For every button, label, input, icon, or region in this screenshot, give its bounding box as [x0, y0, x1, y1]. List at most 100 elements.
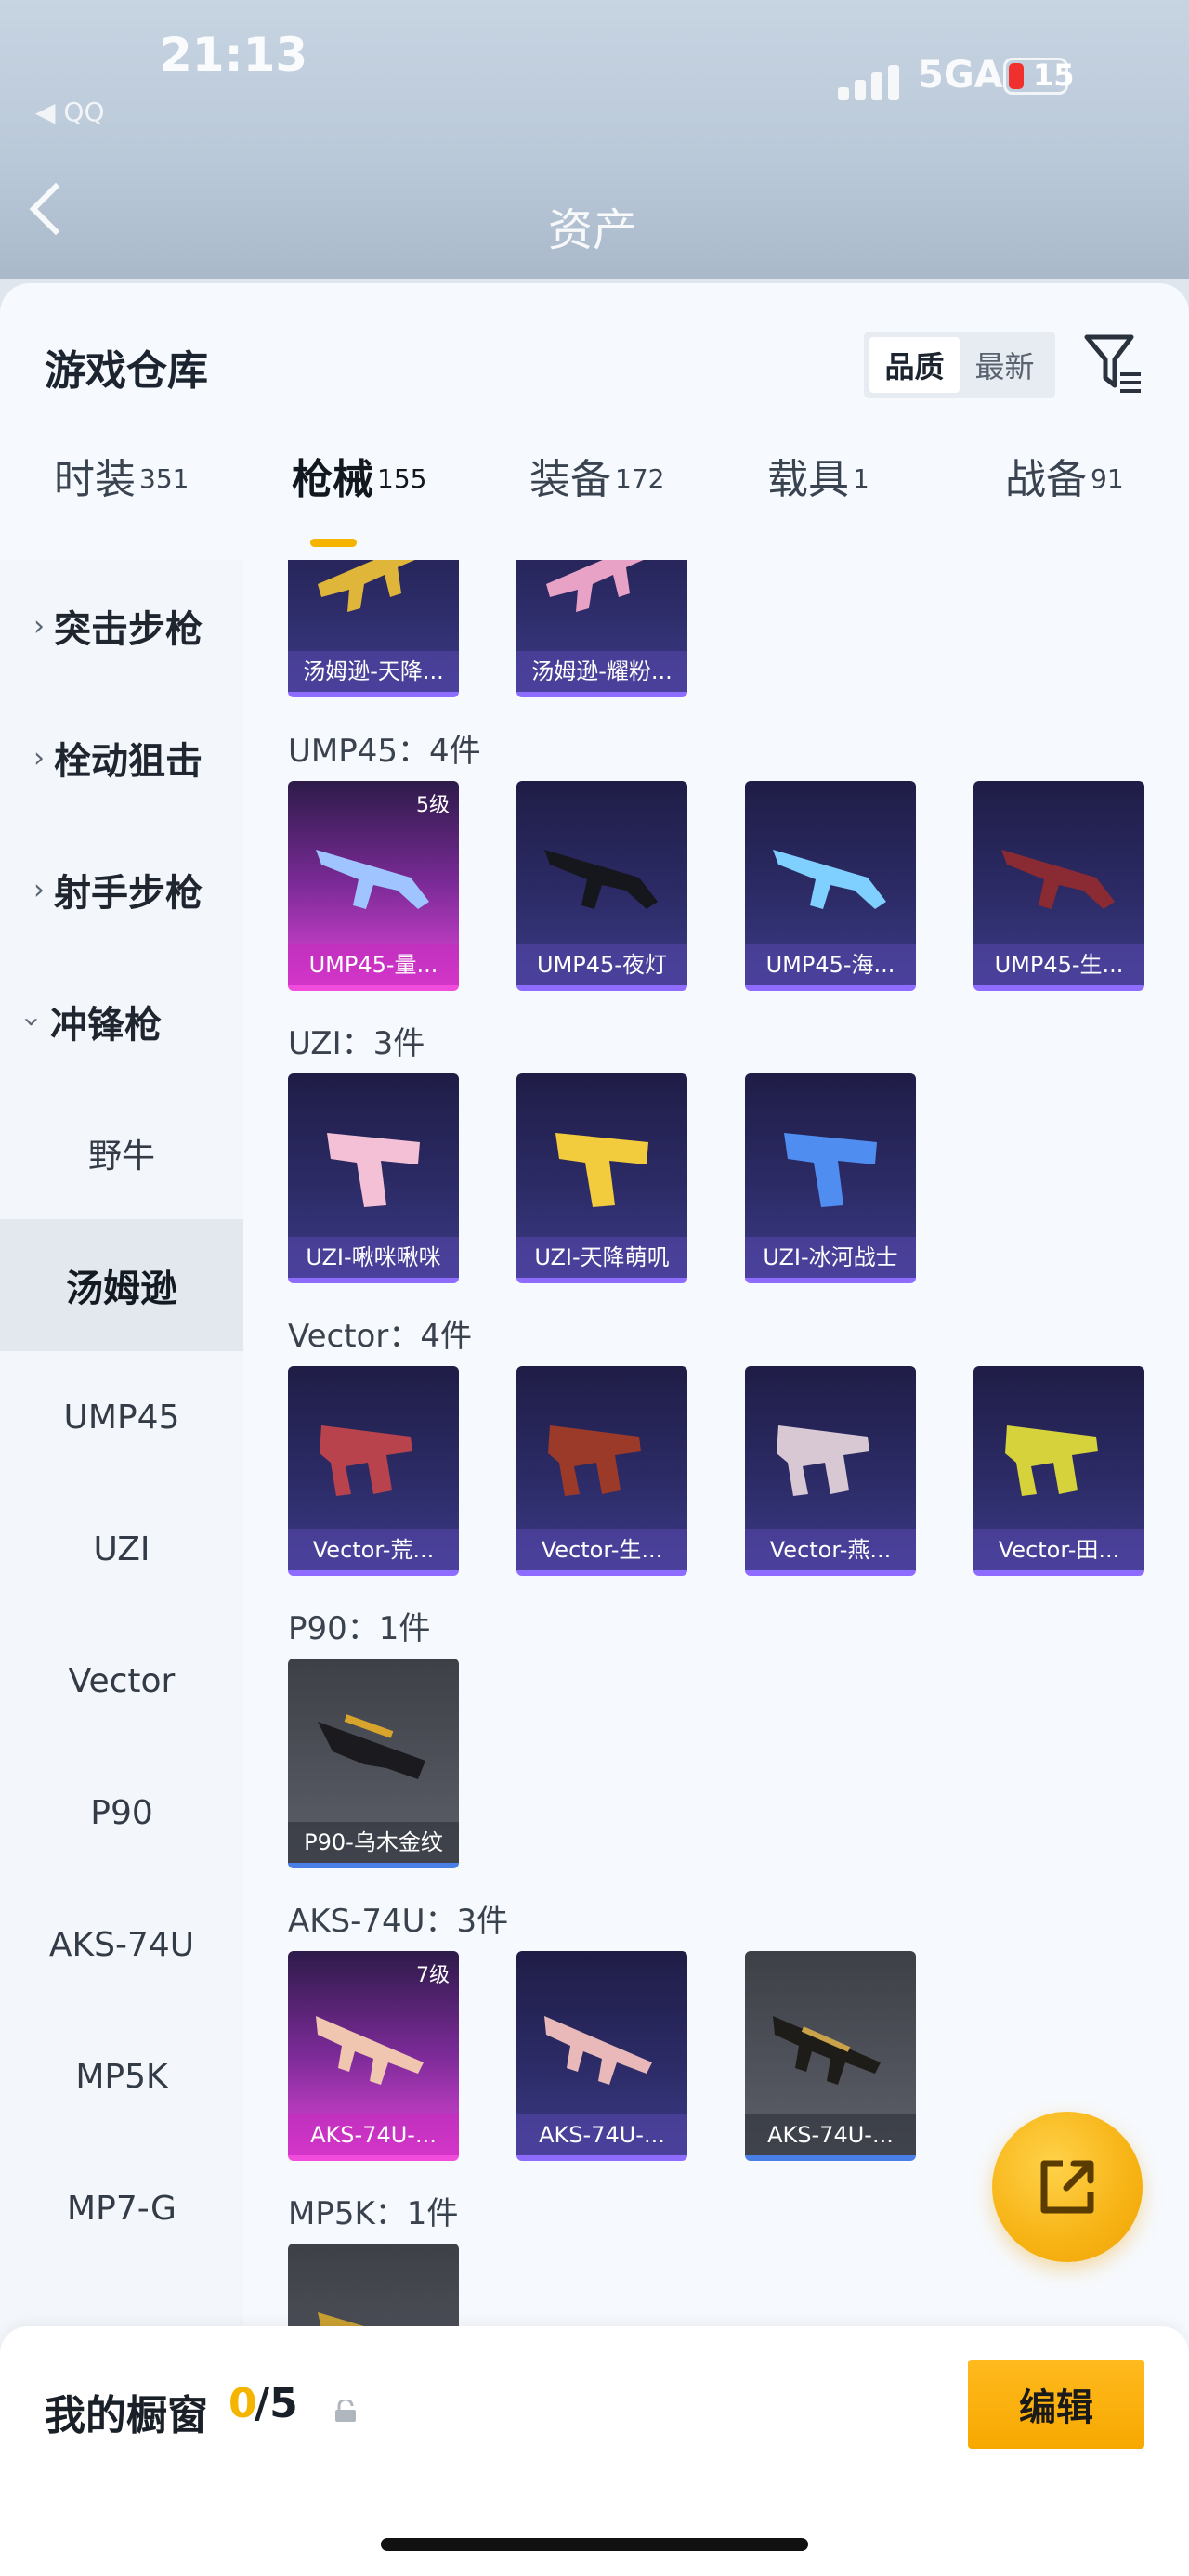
- chevron-down-icon: ›: [15, 1016, 48, 1027]
- weapon-name: UZI-天降萌叽: [516, 1237, 687, 1278]
- weapon-name: UMP45-量...: [288, 944, 459, 985]
- group-label-uzi: UZI：3件: [288, 1025, 425, 1062]
- tab-vehicles[interactable]: 载具 1: [713, 446, 951, 548]
- home-indicator[interactable]: [381, 2538, 808, 2551]
- sidebar-subitem-bizon[interactable]: 野牛: [0, 1087, 243, 1219]
- sidebar-item-marksman-rifle[interactable]: › 射手步枪: [0, 824, 243, 956]
- status-time: 21:13: [160, 28, 308, 82]
- weapon-card[interactable]: UZI-冰河战士: [745, 1073, 916, 1283]
- category-tabs: 时装 351 枪械 155 装备 172 载具 1 战备 91: [0, 446, 1189, 548]
- sidebar-subitem-vector[interactable]: Vector: [0, 1615, 243, 1747]
- weapon-card[interactable]: P90-乌木金纹: [288, 1659, 459, 1868]
- sidebar-subitem-p90[interactable]: P90: [0, 1747, 243, 1879]
- sort-newest[interactable]: 最新: [960, 337, 1050, 393]
- network-type: 5GA: [918, 54, 1003, 97]
- share-button[interactable]: [992, 2112, 1143, 2262]
- weapon-card[interactable]: Vector-燕...: [745, 1366, 916, 1576]
- weapon-card[interactable]: Vector-田...: [973, 1366, 1144, 1576]
- active-tab-indicator: [310, 539, 357, 547]
- pistol-icon: [555, 1133, 648, 1207]
- weapon-name: UMP45-夜灯: [516, 944, 687, 985]
- tab-weapons[interactable]: 枪械 155: [238, 446, 476, 548]
- sidebar-item-label: UZI: [93, 1529, 150, 1568]
- sidebar-subitem-ump45[interactable]: UMP45: [0, 1351, 243, 1483]
- smg-icon: [320, 1425, 412, 1496]
- weapon-card[interactable]: 汤姆逊-天降...: [288, 560, 459, 697]
- sidebar-item-bolt-sniper[interactable]: › 栓动狙击: [0, 692, 243, 824]
- tab-label: 装备: [529, 456, 611, 503]
- sort-toggle: 品质 最新: [864, 332, 1055, 398]
- weapon-name: AKS-74U-...: [745, 2114, 916, 2155]
- sidebar-item-smg[interactable]: › 冲锋枪: [0, 956, 243, 1087]
- weapon-card[interactable]: Vector-荒...: [288, 1366, 459, 1576]
- edit-button[interactable]: 编辑: [968, 2360, 1144, 2449]
- tab-label: 战备: [1005, 456, 1087, 503]
- weapon-grid: 汤姆逊-天降... 汤姆逊-耀粉... UMP45：4件 5级 UMP45-量.…: [243, 560, 1189, 2576]
- sidebar-item-label: 汤姆逊: [66, 1268, 177, 1310]
- sidebar-item-label: P90: [90, 1793, 153, 1832]
- battery-level: 15: [1033, 58, 1075, 93]
- weapon-name: AKS-74U-...: [516, 2114, 687, 2155]
- weapon-card[interactable]: 汤姆逊-耀粉...: [516, 560, 687, 697]
- showcase-total: /5: [255, 2380, 298, 2427]
- sidebar-item-assault-rifle[interactable]: › 突击步枪: [0, 560, 243, 692]
- weapon-name: UMP45-生...: [973, 944, 1144, 985]
- sidebar-item-label: 野牛: [87, 1138, 155, 1176]
- weapon-name: UMP45-海...: [745, 944, 916, 985]
- smg-icon: [548, 1425, 641, 1496]
- weapon-card[interactable]: UMP45-生...: [973, 781, 1144, 991]
- chevron-right-icon: ›: [33, 609, 45, 643]
- sidebar-item-label: MP5K: [75, 2057, 168, 2096]
- weapon-card[interactable]: 7级 AKS-74U-...: [288, 1951, 459, 2161]
- sort-quality[interactable]: 品质: [869, 337, 960, 393]
- sidebar-item-label: 栓动狙击: [54, 740, 203, 783]
- chevron-right-icon: ›: [33, 873, 45, 906]
- rifle-icon: [316, 2016, 424, 2085]
- tab-equipment[interactable]: 装备 172: [476, 446, 713, 548]
- tab-label: 载具: [767, 456, 849, 503]
- weapon-card[interactable]: Vector-生...: [516, 1366, 687, 1576]
- weapon-card[interactable]: 5级 UMP45-量...: [288, 781, 459, 991]
- weapon-name: 汤姆逊-耀粉...: [516, 651, 687, 692]
- chevron-right-icon: ›: [33, 741, 45, 774]
- group-label-p90: P90：1件: [288, 1610, 431, 1647]
- tab-count: 172: [615, 462, 665, 494]
- weapon-card[interactable]: UZI-啾咪啾咪: [288, 1073, 459, 1283]
- smg-icon: [544, 850, 658, 909]
- weapon-name: 汤姆逊-天降...: [288, 651, 459, 692]
- tab-fashion[interactable]: 时装 351: [0, 446, 238, 548]
- sidebar-item-label: UMP45: [63, 1398, 180, 1437]
- sidebar-subitem-mp7g[interactable]: MP7-G: [0, 2142, 243, 2274]
- signal-icon: [838, 58, 903, 100]
- weapon-category-sidebar: › 突击步枪 › 栓动狙击 › 射手步枪 › 冲锋枪 野牛 汤姆逊 UMP45 …: [0, 560, 243, 2576]
- sidebar-subitem-thompson[interactable]: 汤姆逊: [0, 1219, 243, 1351]
- weapon-card[interactable]: UMP45-夜灯: [516, 781, 687, 991]
- tab-combat-gear[interactable]: 战备 91: [951, 446, 1189, 548]
- sidebar-subitem-mp5k[interactable]: MP5K: [0, 2010, 243, 2142]
- smg-icon: [1001, 850, 1115, 909]
- status-bar: 21:13 ◀ QQ 5GA 15 资产: [0, 0, 1189, 279]
- weapon-name: P90-乌木金纹: [288, 1822, 459, 1863]
- filter-icon[interactable]: [1083, 332, 1143, 397]
- sidebar-item-label: MP7-G: [67, 2189, 176, 2228]
- tab-count: 155: [377, 462, 427, 494]
- back-to-app[interactable]: ◀ QQ: [35, 97, 105, 127]
- sidebar-subitem-aks74u[interactable]: AKS-74U: [0, 1879, 243, 2010]
- weapon-card[interactable]: AKS-74U-...: [516, 1951, 687, 2161]
- weapon-card[interactable]: AKS-74U-...: [745, 1951, 916, 2161]
- back-arrow-icon[interactable]: [29, 182, 83, 236]
- sidebar-item-label: 突击步枪: [54, 608, 203, 651]
- smg-icon: [1005, 1425, 1098, 1496]
- sidebar-item-label: AKS-74U: [48, 1925, 195, 1964]
- weapon-card[interactable]: UZI-天降萌叽: [516, 1073, 687, 1283]
- weapon-name: Vector-田...: [973, 1529, 1144, 1570]
- rifle-icon: [544, 2016, 652, 2085]
- weapon-name: Vector-荒...: [288, 1529, 459, 1570]
- weapon-name: UZI-冰河战士: [745, 1237, 916, 1278]
- weapon-card[interactable]: UMP45-海...: [745, 781, 916, 991]
- showcase-bar: 我的橱窗 0 /5 编辑: [0, 2326, 1189, 2576]
- tab-label: 时装: [54, 456, 136, 503]
- sidebar-subitem-uzi[interactable]: UZI: [0, 1483, 243, 1615]
- group-label-vector: Vector：4件: [288, 1318, 472, 1355]
- group-label-aks74u: AKS-74U：3件: [288, 1903, 509, 1940]
